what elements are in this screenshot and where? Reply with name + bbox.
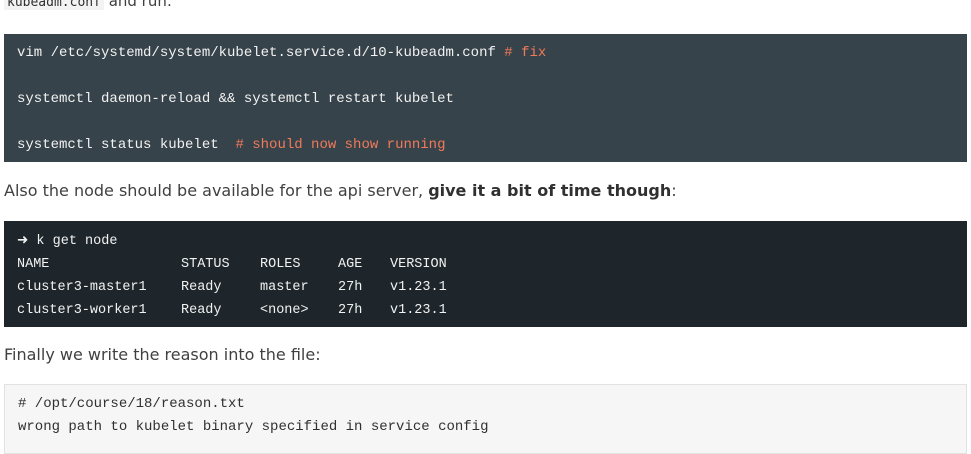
code-comment-running: # should now show running bbox=[235, 137, 446, 153]
header-roles: ROLES bbox=[260, 257, 301, 272]
table-row: cluster3-worker1 Ready <none> 27h v1.23.1 bbox=[17, 299, 967, 322]
cell-name: cluster3-worker1 bbox=[17, 303, 147, 318]
cell-name: cluster3-master1 bbox=[17, 280, 147, 295]
cell-age: 27h bbox=[338, 280, 363, 295]
code-line-filename-comment: # /opt/course/18/reason.txt bbox=[18, 396, 245, 412]
cell-version: v1.23.1 bbox=[390, 303, 447, 318]
header-name: NAME bbox=[17, 257, 50, 272]
cell-status: Ready bbox=[181, 303, 222, 318]
paragraph-tail: : bbox=[671, 181, 677, 200]
table-row: cluster3-master1 Ready master 27h v1.23.1 bbox=[17, 276, 967, 299]
code-line-reason: wrong path to kubelet binary specified i… bbox=[18, 419, 489, 435]
intro-text: kubeadm.conf and run: bbox=[4, 0, 172, 12]
paragraph-node-available: Also the node should be available for th… bbox=[4, 181, 677, 201]
code-line-systemctl-status: systemctl status kubelet bbox=[17, 137, 236, 153]
table-header-row: NAME STATUS ROLES AGE VERSION bbox=[17, 253, 967, 276]
terminal-prompt: ➜ k get node bbox=[17, 234, 118, 249]
code-block-commands: vim /etc/systemd/system/kubelet.service.… bbox=[4, 34, 967, 162]
cell-roles: master bbox=[260, 280, 309, 295]
code-line-vim: vim /etc/systemd/system/kubelet.service.… bbox=[17, 45, 505, 61]
code-comment-fix: # fix bbox=[504, 45, 547, 61]
inline-code-filename: kubeadm.conf bbox=[4, 0, 104, 10]
header-version: VERSION bbox=[390, 257, 447, 272]
code-block-reason-file: # /opt/course/18/reason.txt wrong path t… bbox=[4, 384, 967, 454]
cell-version: v1.23.1 bbox=[390, 280, 447, 295]
terminal-output-block: ➜ k get node NAME STATUS ROLES AGE VERSION cl… bbox=[4, 221, 967, 327]
paragraph-write-reason: Finally we write the reason into the fil… bbox=[4, 345, 321, 364]
cell-roles: <none> bbox=[260, 303, 309, 318]
cell-age: 27h bbox=[338, 303, 363, 318]
header-status: STATUS bbox=[181, 257, 230, 272]
paragraph-bold: give it a bit of time though bbox=[428, 181, 672, 200]
paragraph-text: Also the node should be available for th… bbox=[4, 181, 429, 200]
code-line-systemctl-restart: systemctl daemon-reload && systemctl res… bbox=[17, 91, 454, 107]
intro-tail: and run: bbox=[103, 0, 172, 10]
cell-status: Ready bbox=[181, 280, 222, 295]
header-age: AGE bbox=[338, 257, 363, 272]
